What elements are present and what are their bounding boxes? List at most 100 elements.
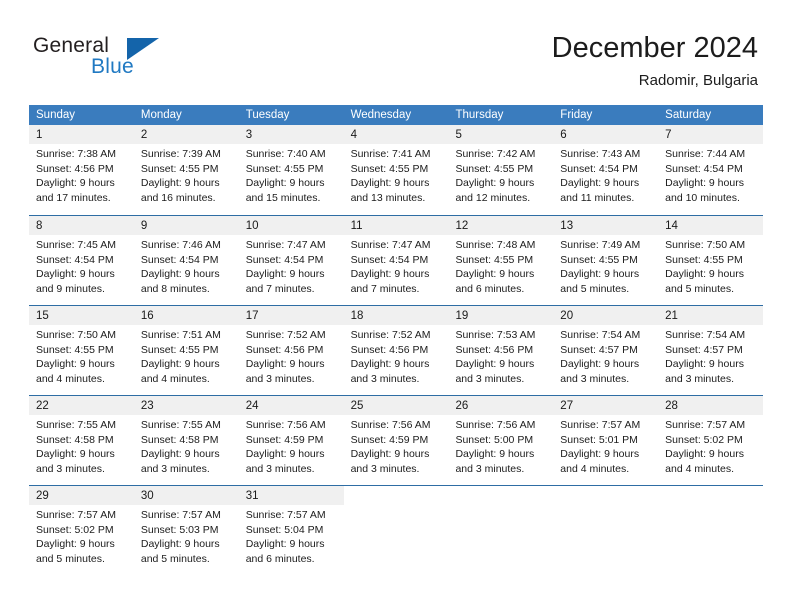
day-cell[interactable]: 1 Sunrise: 7:38 AM Sunset: 4:56 PM Dayli… — [29, 125, 134, 215]
day-number: 24 — [245, 400, 259, 412]
day-cell[interactable]: 4 Sunrise: 7:41 AM Sunset: 4:55 PM Dayli… — [343, 125, 449, 215]
sunset-text: Sunset: 4:56 PM — [350, 343, 429, 356]
day-number: 6 — [560, 129, 567, 141]
day-cell[interactable]: 25 Sunrise: 7:56 AM Sunset: 4:59 PM Dayl… — [343, 396, 449, 485]
calendar-week-row: 1 Sunrise: 7:38 AM Sunset: 4:56 PM Dayli… — [29, 125, 764, 215]
day-cell[interactable]: 6 Sunrise: 7:43 AM Sunset: 4:54 PM Dayli… — [553, 125, 659, 215]
sunrise-text: Sunrise: 7:43 AM — [560, 148, 641, 160]
day-cell[interactable]: 5 Sunrise: 7:42 AM Sunset: 4:55 PM Dayli… — [448, 125, 554, 215]
day-number-band — [448, 486, 553, 505]
day-number-band: 15 — [29, 306, 134, 325]
day-cell[interactable]: 28 Sunrise: 7:57 AM Sunset: 5:02 PM Dayl… — [658, 396, 764, 485]
day-cell[interactable]: 20 Sunrise: 7:54 AM Sunset: 4:57 PM Dayl… — [553, 306, 659, 395]
day-number: 31 — [245, 490, 259, 502]
day-cell[interactable]: 11 Sunrise: 7:47 AM Sunset: 4:54 PM Dayl… — [343, 216, 449, 305]
daylight-text-line2: and 3 minutes. — [350, 372, 420, 385]
sunset-text: Sunset: 4:55 PM — [560, 253, 638, 266]
day-cell[interactable]: 22 Sunrise: 7:55 AM Sunset: 4:58 PM Dayl… — [29, 396, 134, 485]
daylight-text-line1: Daylight: 9 hours — [140, 538, 220, 551]
day-cell-empty — [344, 486, 449, 575]
daylight-text-line1: Daylight: 9 hours — [140, 177, 220, 190]
daylight-text-line1: Daylight: 9 hours — [140, 268, 220, 281]
day-cell[interactable]: 7 Sunrise: 7:44 AM Sunset: 4:54 PM Dayli… — [658, 125, 764, 215]
day-number-band: 3 — [238, 125, 344, 144]
day-number-band: 29 — [29, 486, 134, 505]
daylight-text-line2: and 3 minutes. — [245, 372, 315, 385]
day-cell[interactable]: 31 Sunrise: 7:57 AM Sunset: 5:04 PM Dayl… — [238, 486, 344, 575]
day-cell[interactable]: 14 Sunrise: 7:50 AM Sunset: 4:55 PM Dayl… — [658, 216, 764, 305]
daylight-text-line1: Daylight: 9 hours — [350, 358, 430, 371]
day-cell[interactable]: 30 Sunrise: 7:57 AM Sunset: 5:03 PM Dayl… — [133, 486, 239, 575]
sunrise-text: Sunrise: 7:56 AM — [245, 419, 326, 431]
sunrise-text: Sunrise: 7:39 AM — [140, 148, 221, 160]
day-number-band: 21 — [658, 306, 764, 325]
sunrise-text: Sunrise: 7:40 AM — [245, 148, 326, 160]
day-cell[interactable]: 27 Sunrise: 7:57 AM Sunset: 5:01 PM Dayl… — [553, 396, 659, 485]
day-number-band: 20 — [553, 306, 659, 325]
sunset-text: Sunset: 4:55 PM — [140, 162, 219, 175]
sunset-text: Sunset: 5:04 PM — [245, 523, 324, 536]
day-number-band: 24 — [238, 396, 344, 415]
day-cell[interactable]: 13 Sunrise: 7:49 AM Sunset: 4:55 PM Dayl… — [553, 216, 659, 305]
day-cell[interactable]: 8 Sunrise: 7:45 AM Sunset: 4:54 PM Dayli… — [29, 216, 134, 305]
day-details: Sunrise: 7:48 AM Sunset: 4:55 PM Dayligh… — [448, 235, 553, 296]
calendar-page: General Blue December 2024 Radomir, Bulg… — [0, 0, 792, 612]
daylight-text-line1: Daylight: 9 hours — [665, 177, 744, 190]
sunrise-text: Sunrise: 7:51 AM — [140, 329, 221, 341]
day-number: 5 — [455, 129, 462, 141]
sunset-text: Sunset: 4:55 PM — [36, 343, 114, 356]
daylight-text-line2: and 3 minutes. — [455, 462, 525, 475]
day-number: 30 — [140, 490, 154, 502]
sunrise-text: Sunrise: 7:46 AM — [140, 239, 221, 251]
day-number-band: 6 — [553, 125, 659, 144]
daylight-text-line1: Daylight: 9 hours — [36, 177, 115, 190]
day-cell[interactable]: 26 Sunrise: 7:56 AM Sunset: 5:00 PM Dayl… — [448, 396, 554, 485]
day-number: 15 — [36, 310, 49, 322]
day-number-band: 25 — [343, 396, 449, 415]
day-cell[interactable]: 9 Sunrise: 7:46 AM Sunset: 4:54 PM Dayli… — [133, 216, 239, 305]
day-number-band: 30 — [133, 486, 239, 505]
day-cell[interactable]: 21 Sunrise: 7:54 AM Sunset: 4:57 PM Dayl… — [658, 306, 764, 395]
day-cell[interactable]: 2 Sunrise: 7:39 AM Sunset: 4:55 PM Dayli… — [133, 125, 239, 215]
sunset-text: Sunset: 4:54 PM — [665, 162, 743, 175]
day-number: 17 — [245, 310, 259, 322]
day-details: Sunrise: 7:53 AM Sunset: 4:56 PM Dayligh… — [448, 325, 553, 386]
daylight-text-line1: Daylight: 9 hours — [245, 177, 325, 190]
day-number-band: 19 — [448, 306, 554, 325]
day-cell[interactable]: 23 Sunrise: 7:55 AM Sunset: 4:58 PM Dayl… — [133, 396, 239, 485]
day-number: 25 — [350, 400, 364, 412]
day-cell[interactable]: 24 Sunrise: 7:56 AM Sunset: 4:59 PM Dayl… — [238, 396, 344, 485]
sunrise-text: Sunrise: 7:57 AM — [665, 419, 746, 431]
day-cell[interactable]: 18 Sunrise: 7:52 AM Sunset: 4:56 PM Dayl… — [343, 306, 449, 395]
day-number-band: 12 — [448, 216, 554, 235]
sunrise-text: Sunrise: 7:41 AM — [350, 148, 431, 160]
daylight-text-line1: Daylight: 9 hours — [560, 448, 640, 461]
day-cell[interactable]: 29 Sunrise: 7:57 AM Sunset: 5:02 PM Dayl… — [29, 486, 134, 575]
day-cell[interactable]: 12 Sunrise: 7:48 AM Sunset: 4:55 PM Dayl… — [448, 216, 554, 305]
sunrise-text: Sunrise: 7:45 AM — [36, 239, 116, 251]
daylight-text-line1: Daylight: 9 hours — [455, 268, 535, 281]
daylight-text-line2: and 5 minutes. — [36, 552, 105, 565]
daylight-text-line1: Daylight: 9 hours — [455, 177, 535, 190]
daylight-text-line2: and 3 minutes. — [36, 462, 105, 475]
day-cell[interactable]: 17 Sunrise: 7:52 AM Sunset: 4:56 PM Dayl… — [238, 306, 344, 395]
day-number-band: 13 — [553, 216, 659, 235]
day-number: 16 — [140, 310, 154, 322]
day-cell[interactable]: 16 Sunrise: 7:51 AM Sunset: 4:55 PM Dayl… — [133, 306, 239, 395]
daylight-text-line2: and 4 minutes. — [140, 372, 210, 385]
day-number: 28 — [665, 400, 678, 412]
day-cell[interactable]: 3 Sunrise: 7:40 AM Sunset: 4:55 PM Dayli… — [238, 125, 344, 215]
day-cell[interactable]: 10 Sunrise: 7:47 AM Sunset: 4:54 PM Dayl… — [238, 216, 344, 305]
day-details: Sunrise: 7:47 AM Sunset: 4:54 PM Dayligh… — [239, 235, 344, 296]
day-cell[interactable]: 19 Sunrise: 7:53 AM Sunset: 4:56 PM Dayl… — [448, 306, 554, 395]
calendar-week-row: 29 Sunrise: 7:57 AM Sunset: 5:02 PM Dayl… — [29, 485, 763, 575]
daylight-text-line2: and 15 minutes. — [245, 191, 321, 204]
day-number-band: 18 — [343, 306, 449, 325]
weekday-header-row: Sunday Monday Tuesday Wednesday Thursday… — [29, 105, 763, 125]
daylight-text-line2: and 3 minutes. — [350, 462, 420, 475]
sunrise-text: Sunrise: 7:57 AM — [140, 509, 221, 521]
general-blue-logo[interactable]: General Blue — [33, 34, 213, 86]
sunset-text: Sunset: 4:59 PM — [245, 433, 324, 446]
daylight-text-line2: and 6 minutes. — [455, 282, 525, 295]
day-cell[interactable]: 15 Sunrise: 7:50 AM Sunset: 4:55 PM Dayl… — [29, 306, 134, 395]
